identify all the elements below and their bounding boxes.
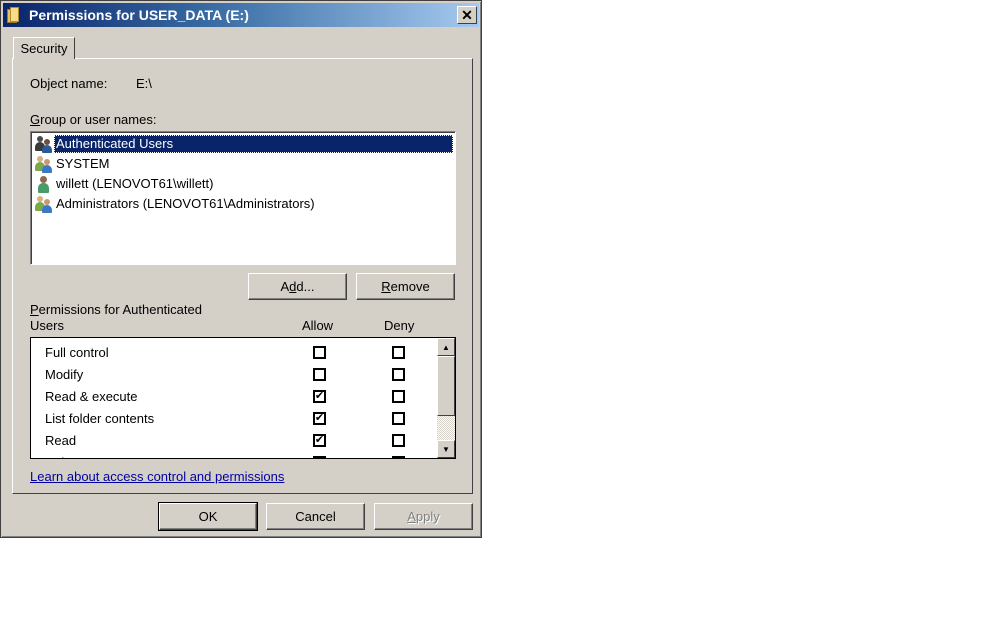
group-names-label: Group or user names:: [30, 112, 157, 127]
list-item-label: willett (LENOVOT61\willett): [56, 176, 214, 191]
deny-checkbox[interactable]: [392, 346, 405, 359]
list-item-label: Administrators (LENOVOT61\Administrators…: [56, 196, 315, 211]
tab-security[interactable]: Security: [13, 37, 75, 59]
list-item[interactable]: Administrators (LENOVOT61\Administrators…: [35, 194, 317, 214]
permission-row: Read & execute ✔: [31, 386, 435, 408]
permission-name: Modify: [45, 367, 84, 382]
permission-row: Write: [31, 452, 435, 458]
permission-row: Modify: [31, 364, 435, 386]
arrow-up-icon: ▲: [442, 342, 450, 352]
allow-checkbox[interactable]: ✔: [313, 412, 326, 425]
permission-row: Full control: [31, 342, 435, 364]
permission-row: Read ✔: [31, 430, 435, 452]
window-title: Permissions for USER_DATA (E:): [29, 7, 249, 23]
list-item[interactable]: SYSTEM: [35, 154, 111, 174]
apply-button[interactable]: Apply: [374, 503, 473, 530]
close-icon: ✕: [461, 6, 473, 23]
group-user-list[interactable]: Authenticated Users SYSTEM willett (LENO…: [30, 131, 456, 265]
object-name-value: E:\: [136, 76, 152, 91]
list-item-label: SYSTEM: [56, 156, 110, 171]
permissions-scrollbar[interactable]: ▲ ▼: [437, 338, 455, 458]
ok-button[interactable]: OK: [158, 502, 258, 531]
tab-security-label: Security: [20, 41, 68, 56]
permission-name: Full control: [45, 345, 109, 360]
allow-checkbox[interactable]: [313, 346, 326, 359]
list-item-label: Authenticated Users: [54, 135, 453, 153]
permission-row: List folder contents ✔: [31, 408, 435, 430]
scrollbar-thumb[interactable]: [437, 356, 455, 416]
allow-checkbox[interactable]: ✔: [313, 390, 326, 403]
scroll-up-button[interactable]: ▲: [437, 338, 455, 356]
close-button[interactable]: ✕: [457, 6, 477, 24]
object-name-label: Object name:: [30, 76, 108, 91]
allow-checkbox[interactable]: [313, 368, 326, 381]
folder-icon: [7, 7, 21, 23]
deny-checkbox[interactable]: [392, 456, 405, 458]
user-icon: [35, 175, 53, 193]
list-item[interactable]: Authenticated Users: [35, 134, 453, 154]
group-icon: [35, 155, 53, 173]
permissions-label: Permissions for Authenticated: [30, 302, 202, 317]
group-icon: [35, 135, 53, 153]
permissions-label-line2: Users: [30, 318, 64, 333]
permission-name: Write: [45, 455, 75, 458]
list-item[interactable]: willett (LENOVOT61\willett): [35, 174, 215, 194]
cancel-button[interactable]: Cancel: [266, 503, 365, 530]
learn-access-control-link[interactable]: Learn about access control and permissio…: [30, 469, 284, 484]
scroll-down-button[interactable]: ▼: [437, 440, 455, 458]
add-button[interactable]: Ad d...: [248, 273, 347, 300]
remove-button[interactable]: Remove: [356, 273, 455, 300]
deny-checkbox[interactable]: [392, 368, 405, 381]
deny-checkbox[interactable]: [392, 434, 405, 447]
allow-checkbox[interactable]: [313, 456, 326, 458]
deny-checkbox[interactable]: [392, 390, 405, 403]
allow-checkbox[interactable]: ✔: [313, 434, 326, 447]
group-icon: [35, 195, 53, 213]
permissions-list: Full control Modify Read & execute ✔ List fo…: [30, 337, 456, 459]
permissions-dialog: Permissions for USER_DATA (E:) ✕ Securit…: [0, 0, 482, 538]
permission-name: Read & execute: [45, 389, 138, 404]
arrow-down-icon: ▼: [442, 444, 450, 454]
allow-column-header: Allow: [302, 318, 334, 333]
deny-checkbox[interactable]: [392, 412, 405, 425]
title-bar[interactable]: Permissions for USER_DATA (E:) ✕: [3, 3, 479, 27]
permission-name: Read: [45, 433, 77, 448]
permission-name: List folder contents: [45, 411, 155, 426]
deny-column-header: Deny: [384, 318, 415, 333]
